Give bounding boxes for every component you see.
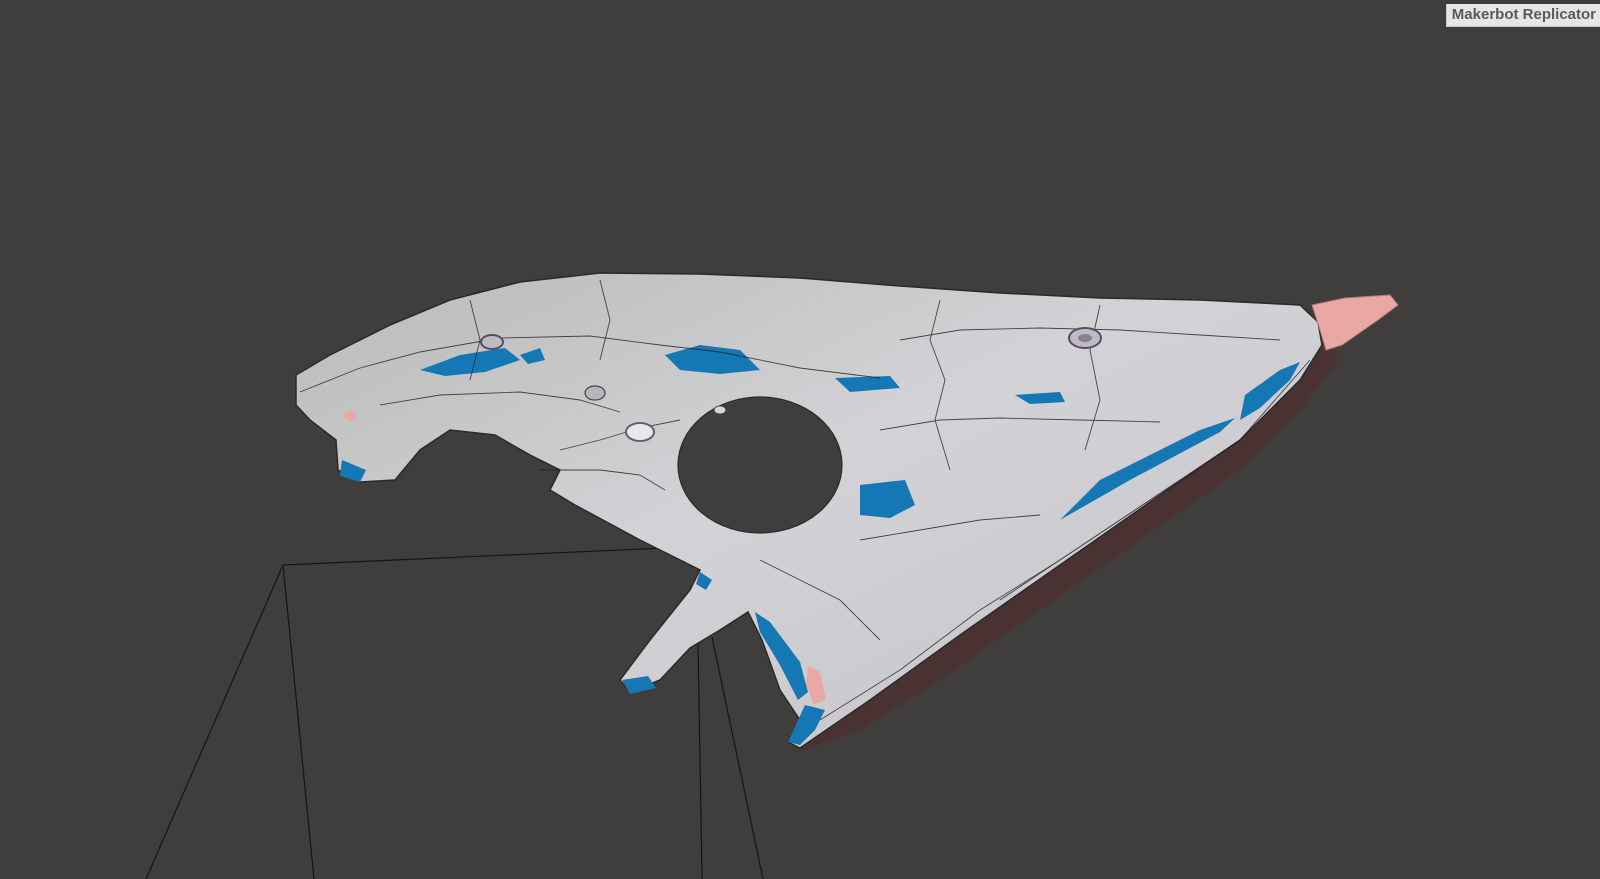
scene-canvas[interactable] xyxy=(0,0,1600,879)
overhang-tip xyxy=(1311,294,1399,351)
printer-name-label: Makerbot Replicator xyxy=(1445,4,1600,27)
3d-viewport[interactable]: Makerbot Replicator xyxy=(0,0,1600,879)
model-boss xyxy=(1078,334,1092,342)
model-boss xyxy=(480,334,504,350)
build-volume-outline xyxy=(145,547,764,879)
overhang-spot xyxy=(344,411,356,421)
model-hole xyxy=(677,396,843,534)
model-boss xyxy=(584,385,606,401)
build-volume-edge xyxy=(145,564,284,879)
build-volume-edge xyxy=(697,639,703,879)
build-volume-edge xyxy=(282,564,315,879)
build-volume-edge xyxy=(711,636,764,879)
model-boss xyxy=(713,405,727,415)
model-boss xyxy=(625,422,655,442)
build-volume-edge xyxy=(282,547,666,566)
